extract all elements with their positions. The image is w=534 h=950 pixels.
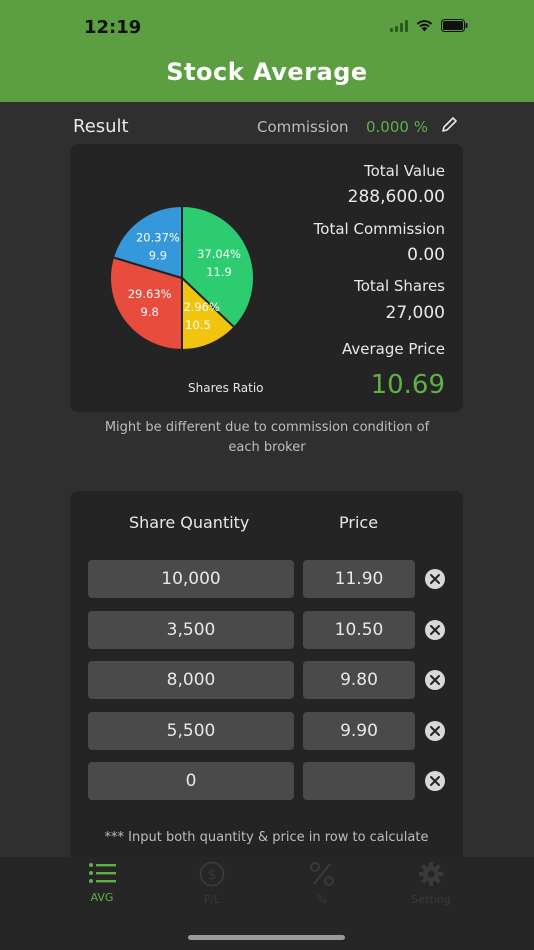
- signal-icon: [390, 19, 408, 32]
- price-field[interactable]: [303, 611, 415, 649]
- total-shares-label: Total Shares: [354, 277, 445, 295]
- close-icon: [430, 625, 440, 635]
- list-icon: [89, 863, 116, 883]
- tab-avg[interactable]: AVG: [57, 861, 147, 917]
- input-card: Share Quantity Price: [70, 491, 463, 871]
- pie-slice-price: 9.8: [141, 305, 159, 319]
- result-card: 37.04% 11.9 12.96% 10.5 29.63% 9.8 20.37% 9.9 S…: [70, 144, 463, 412]
- quantity-header: Share Quantity: [129, 513, 250, 532]
- close-icon: [430, 726, 440, 736]
- total-value: 288,600.00: [347, 187, 445, 207]
- dollar-icon: $: [199, 861, 225, 887]
- pie-caption: Shares Ratio: [188, 381, 264, 395]
- pie-slice-price: 11.9: [206, 265, 232, 279]
- close-icon: [430, 675, 440, 685]
- price-header: Price: [339, 513, 379, 532]
- input-row: [88, 762, 448, 800]
- total-shares: 27,000: [385, 303, 445, 323]
- status-icons: [390, 19, 468, 32]
- close-icon: [430, 574, 440, 584]
- pie-slice-percent: 20.37%: [136, 231, 180, 245]
- tab-label: AVG: [90, 891, 114, 904]
- total-commission: 0.00: [407, 245, 445, 265]
- clear-row-button[interactable]: [425, 569, 445, 589]
- quantity-field[interactable]: [88, 762, 294, 800]
- total-commission-label: Total Commission: [313, 220, 445, 238]
- tab-percent[interactable]: %: [277, 861, 367, 917]
- quantity-field[interactable]: [88, 661, 294, 699]
- quantity-field[interactable]: [88, 560, 294, 598]
- price-field[interactable]: [303, 560, 415, 598]
- commission-label: Commission: [257, 118, 349, 136]
- tab-pl[interactable]: $ P/L: [167, 861, 257, 917]
- clear-row-button[interactable]: [425, 620, 445, 640]
- input-row: [88, 560, 448, 598]
- clear-row-button[interactable]: [425, 721, 445, 741]
- calculation-hint: *** Input both quantity & price in row t…: [104, 830, 429, 845]
- battery-icon: [441, 19, 468, 32]
- svg-text:$: $: [208, 867, 217, 883]
- input-row: [88, 661, 448, 699]
- price-field[interactable]: [303, 661, 415, 699]
- quantity-field[interactable]: [88, 611, 294, 649]
- status-time: 12:19: [84, 17, 142, 38]
- tab-label: %: [316, 893, 328, 906]
- tab-label: P/L: [203, 893, 221, 906]
- edit-pencil-icon[interactable]: [440, 116, 458, 134]
- shares-ratio-pie-chart: 37.04%11.912.96%10.529.63%9.820.37%9.9: [110, 206, 254, 350]
- clear-row-button[interactable]: [425, 670, 445, 690]
- pie-slice-price: 10.5: [185, 318, 211, 332]
- pie-slice-price: 9.9: [149, 249, 167, 263]
- nav-bar: Stock Average: [0, 50, 534, 102]
- commission-value[interactable]: 0.000 %: [366, 118, 428, 136]
- home-indicator: [188, 935, 345, 940]
- input-row: [88, 712, 448, 750]
- close-icon: [430, 776, 440, 786]
- price-field[interactable]: [303, 712, 415, 750]
- wifi-icon: [416, 20, 433, 32]
- total-value-label: Total Value: [364, 162, 445, 180]
- tab-label: Setting: [411, 893, 451, 906]
- pie-slice-percent: 29.63%: [128, 287, 172, 301]
- tab-setting[interactable]: Setting: [386, 861, 476, 917]
- gear-icon: [419, 862, 443, 886]
- average-price-label: Average Price: [342, 340, 445, 358]
- status-bar: 12:19: [0, 0, 534, 50]
- price-field[interactable]: [303, 762, 415, 800]
- result-label: Result: [73, 116, 129, 137]
- average-price: 10.69: [370, 370, 445, 400]
- page-title: Stock Average: [166, 58, 368, 86]
- percent-icon: [310, 862, 334, 886]
- commission-note: Might be different due to commission con…: [104, 420, 430, 455]
- input-row: [88, 611, 448, 649]
- quantity-field[interactable]: [88, 712, 294, 750]
- clear-row-button[interactable]: [425, 771, 445, 791]
- pie-slice-percent: 37.04%: [197, 247, 241, 261]
